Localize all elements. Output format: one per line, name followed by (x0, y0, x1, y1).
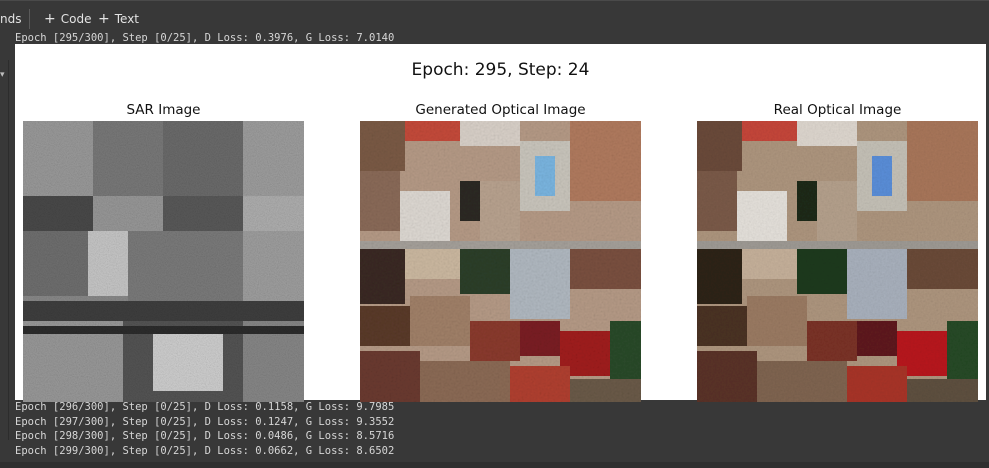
log-line: Epoch [296/300], Step [0/25], D Loss: 0.… (15, 401, 395, 413)
plus-icon: + (98, 11, 110, 27)
add-text-button[interactable]: + Text (98, 9, 139, 29)
plus-icon: + (44, 11, 56, 27)
cell-output: Epoch [295/300], Step [0/25], D Loss: 0.… (14, 32, 989, 466)
generated-optical-image (360, 121, 641, 402)
sar-image (23, 121, 304, 402)
figure-title: Epoch: 295, Step: 24 (411, 60, 590, 80)
panel-title-real: Real Optical Image (773, 102, 902, 118)
real-optical-image (697, 121, 978, 402)
log-line: Epoch [298/300], Step [0/25], D Loss: 0.… (15, 430, 395, 442)
panel-title-generated: Generated Optical Image (415, 102, 586, 118)
caret-down-icon[interactable]: ▾ (0, 70, 5, 80)
log-line: Epoch [299/300], Step [0/25], D Loss: 0.… (15, 444, 395, 457)
panel-title-sar: SAR Image (126, 102, 201, 118)
output-figure: Epoch: 295, Step: 24 SAR Image Generated… (15, 44, 986, 402)
toolbar-divider (29, 9, 30, 29)
cell-gutter (8, 60, 9, 440)
add-code-button[interactable]: + Code (44, 9, 91, 29)
add-code-label: Code (60, 12, 92, 26)
commands-label-partial[interactable]: nds (0, 12, 21, 26)
scroll-track[interactable] (0, 462, 989, 468)
log-line: Epoch [297/300], Step [0/25], D Loss: 0.… (15, 415, 395, 428)
add-text-label: Text (114, 12, 140, 26)
